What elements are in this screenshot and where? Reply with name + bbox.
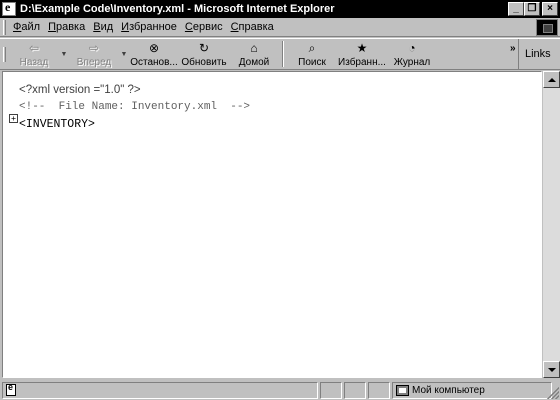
search-label: Поиск [298, 56, 326, 68]
favorites-icon: ★ [356, 40, 368, 55]
back-arrow-icon: ⇦ [28, 40, 40, 55]
window-controls: _ ❐ × [508, 2, 558, 16]
menu-favorites[interactable]: Избранное [117, 21, 181, 33]
stop-icon: ⊗ [148, 40, 160, 55]
ie-document-icon [2, 0, 16, 16]
favorites-label: Избранн... [338, 56, 386, 68]
menu-view[interactable]: Вид [89, 21, 117, 33]
home-icon: ⌂ [250, 40, 258, 55]
search-icon: ⌕ [308, 40, 316, 55]
zone-label: Мой компьютер [412, 384, 485, 396]
xml-source: <?xml version ="1.0" ?> <!-- File Name: … [19, 82, 250, 133]
collapse-expand-toggle[interactable]: + [9, 114, 18, 123]
back-button[interactable]: ⇦ Назад [9, 39, 59, 69]
menu-file[interactable]: Файл [9, 21, 44, 33]
title-bar: D:\Example Code\Inventory.xml - Microsof… [0, 0, 560, 18]
standard-toolbar: ⇦ Назад ▼ ⇨ Вперед ▼ ⊗ Останов... ↻ Обно… [0, 38, 560, 70]
xml-declaration: <?xml version ="1.0" ?> [19, 84, 141, 96]
refresh-icon: ↻ [198, 40, 210, 55]
resize-grip-icon[interactable] [547, 387, 559, 399]
home-label: Домой [238, 56, 270, 68]
scroll-down-button[interactable] [543, 361, 560, 378]
document-view[interactable]: + <?xml version ="1.0" ?> <!-- File Name… [2, 71, 542, 378]
page-status-icon [6, 382, 16, 396]
back-dropdown-icon[interactable]: ▼ [59, 39, 69, 69]
ie-logo-icon [536, 19, 558, 36]
refresh-button[interactable]: ↻ Обновить [179, 39, 229, 69]
restore-button[interactable]: ❐ [524, 2, 540, 16]
arrow-up-icon [547, 77, 556, 82]
menu-edit[interactable]: Правка [44, 21, 89, 33]
xml-comment: <!-- File Name: Inventory.xml --> [19, 101, 251, 113]
stop-label: Останов... [130, 56, 178, 68]
menu-tools[interactable]: Сервис [181, 21, 227, 33]
minimize-button[interactable]: _ [508, 2, 524, 16]
toolbar-overflow-chevron-icon[interactable]: » [510, 43, 516, 54]
history-label: Журнал [393, 56, 431, 68]
status-panel [344, 381, 366, 399]
scroll-up-button[interactable] [543, 71, 560, 88]
forward-dropdown-icon[interactable]: ▼ [119, 39, 129, 69]
menu-help[interactable]: Справка [227, 21, 278, 33]
window-title: D:\Example Code\Inventory.xml - Microsof… [20, 3, 335, 15]
my-computer-icon [396, 384, 409, 396]
toolbar-grip[interactable] [3, 46, 6, 62]
home-button[interactable]: ⌂ Домой [229, 39, 279, 69]
forward-arrow-icon: ⇨ [88, 40, 100, 55]
toolbar-grip[interactable] [3, 19, 6, 35]
refresh-label: Обновить [181, 56, 227, 68]
status-text-panel [2, 381, 318, 399]
links-toolbar[interactable]: Links [518, 39, 560, 69]
search-button[interactable]: ⌕ Поиск [287, 39, 337, 69]
close-button[interactable]: × [542, 2, 558, 16]
status-bar: Мой компьютер [0, 380, 560, 400]
forward-label: Вперед [76, 56, 112, 68]
toolbar-separator [282, 41, 284, 67]
menu-bar: Файл Правка Вид Избранное Сервис Справка [0, 18, 560, 37]
status-panel [320, 381, 342, 399]
back-label: Назад [19, 56, 49, 68]
xml-root-tag[interactable]: <INVENTORY> [19, 116, 250, 133]
arrow-down-icon [547, 367, 556, 372]
favorites-button[interactable]: ★ Избранн... [337, 39, 387, 69]
status-panel [368, 381, 390, 399]
forward-button[interactable]: ⇨ Вперед [69, 39, 119, 69]
stop-button[interactable]: ⊗ Останов... [129, 39, 179, 69]
history-button[interactable]: ◔ Журнал [387, 39, 437, 69]
vertical-scrollbar[interactable] [543, 71, 560, 378]
security-zone-panel: Мой компьютер [392, 381, 552, 399]
history-icon: ◔ [408, 40, 416, 55]
